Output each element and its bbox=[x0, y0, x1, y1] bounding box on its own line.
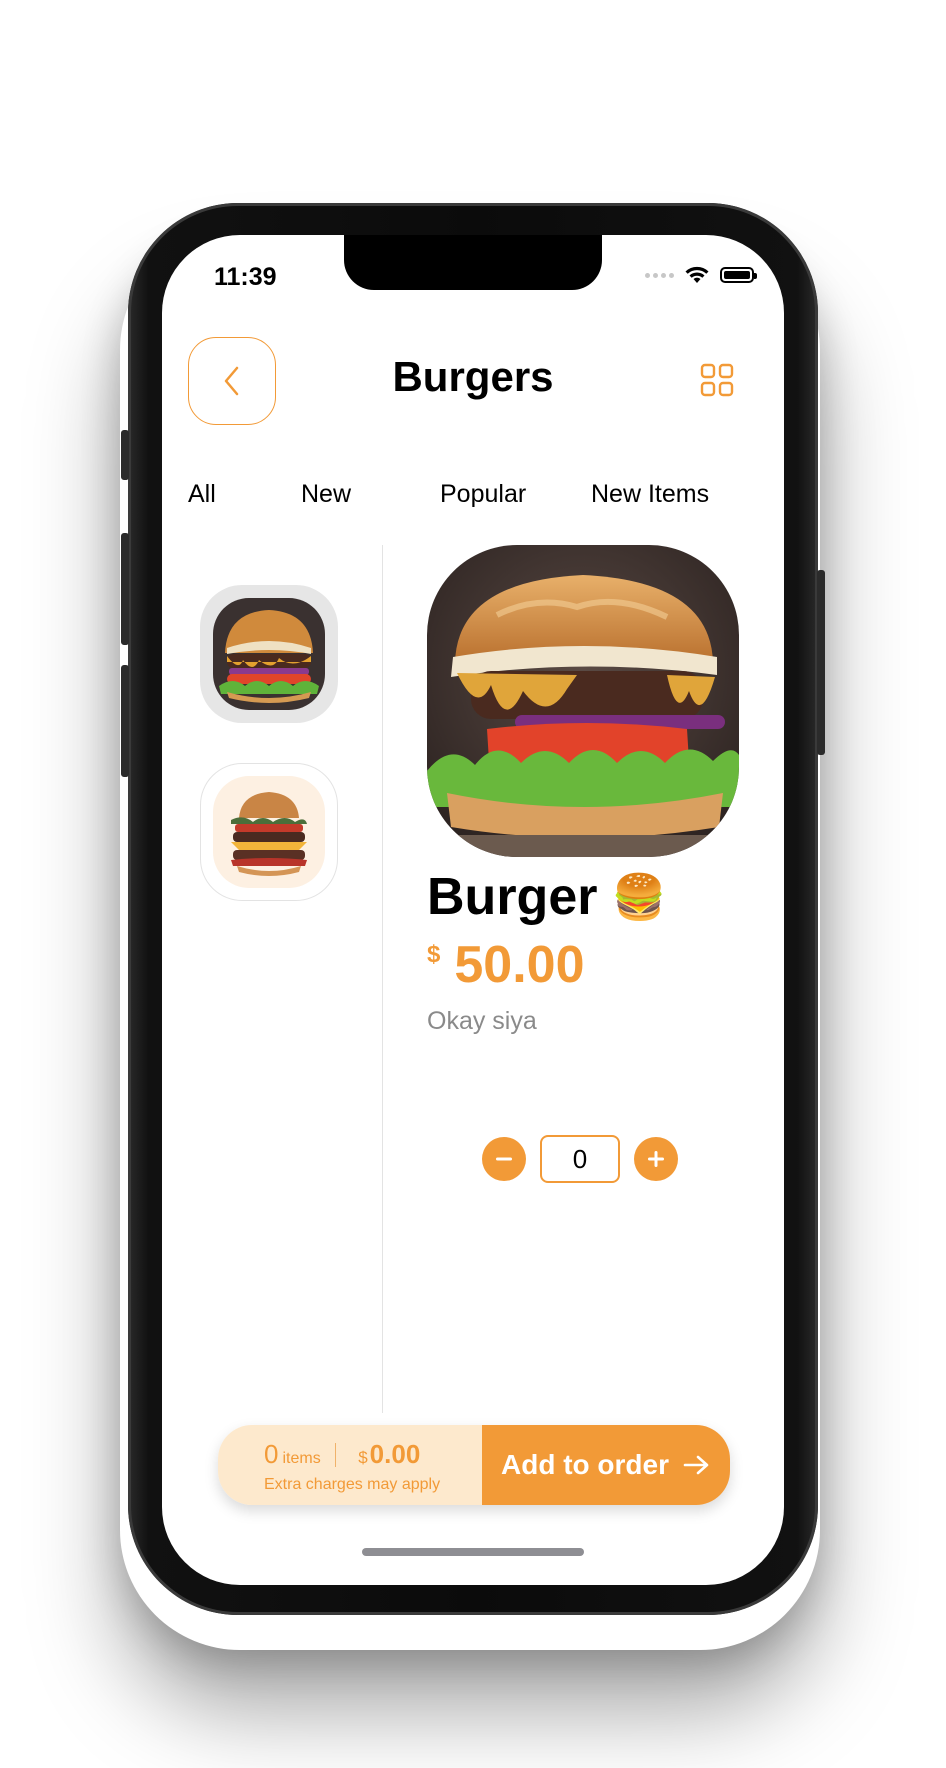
minus-icon bbox=[496, 1157, 512, 1161]
item-emoji: 🍔 bbox=[611, 873, 667, 922]
thumbnail-burger-1[interactable] bbox=[200, 585, 338, 723]
order-bar: 0 items $ 0.00 Extra charges may apply A… bbox=[218, 1425, 730, 1505]
item-count-label: items bbox=[282, 1450, 321, 1467]
stage: 11:39 Burgers All New Popular New Items … bbox=[0, 0, 946, 1768]
summary-separator bbox=[334, 1442, 337, 1467]
quantity-stepper: 0 bbox=[482, 1135, 678, 1183]
app-screen: 11:39 Burgers All New Popular New Items … bbox=[162, 235, 784, 1585]
item-description: Okay siya bbox=[427, 1007, 537, 1035]
battery-icon bbox=[720, 267, 757, 283]
arrow-right-icon bbox=[683, 1455, 709, 1475]
increase-quantity-button[interactable] bbox=[634, 1137, 678, 1181]
item-price: $ 50.00 bbox=[427, 935, 585, 995]
grid-view-button[interactable] bbox=[700, 363, 734, 397]
notch bbox=[344, 235, 602, 290]
quantity-field[interactable]: 0 bbox=[540, 1135, 620, 1183]
thumbnail-burger-2[interactable] bbox=[200, 763, 338, 901]
page-title: Burgers bbox=[392, 353, 554, 400]
home-indicator[interactable] bbox=[362, 1548, 584, 1556]
tab-popular[interactable]: Popular bbox=[440, 480, 526, 509]
extra-charges-note: Extra charges may apply bbox=[264, 1476, 441, 1493]
add-to-order-button[interactable]: Add to order bbox=[482, 1425, 730, 1505]
order-summary: 0 items $ 0.00 Extra charges may apply bbox=[218, 1425, 482, 1505]
price-value: 50.00 bbox=[454, 936, 585, 994]
burger-thumbnail-image bbox=[213, 776, 325, 888]
burger-thumbnail-image bbox=[213, 598, 325, 710]
volume-up-button bbox=[121, 533, 129, 645]
item-name: Burger 🍔 bbox=[427, 867, 666, 927]
signal-icon bbox=[645, 272, 674, 278]
tab-new[interactable]: New bbox=[301, 480, 351, 509]
power-button bbox=[817, 570, 825, 755]
add-to-order-label: Add to order bbox=[501, 1449, 669, 1480]
order-summary-line: 0 items $ 0.00 bbox=[264, 1439, 420, 1470]
price-currency: $ bbox=[427, 941, 441, 968]
status-icons bbox=[645, 265, 757, 285]
order-total: 0.00 bbox=[369, 1439, 421, 1469]
tab-all[interactable]: All bbox=[188, 480, 216, 509]
item-count: 0 bbox=[264, 1439, 279, 1469]
decrease-quantity-button[interactable] bbox=[482, 1137, 526, 1181]
plus-icon bbox=[648, 1151, 664, 1167]
column-divider bbox=[382, 545, 383, 1413]
burger-hero-image bbox=[427, 545, 739, 857]
tab-new-items[interactable]: New Items bbox=[591, 480, 709, 509]
status-time: 11:39 bbox=[214, 263, 277, 291]
mute-switch bbox=[121, 430, 129, 480]
category-tabs: All New Popular New Items bbox=[188, 480, 758, 520]
wifi-icon bbox=[685, 266, 709, 283]
item-name-text: Burger bbox=[427, 868, 598, 926]
total-currency: $ bbox=[358, 1448, 368, 1467]
volume-down-button bbox=[121, 665, 129, 777]
grid-icon bbox=[700, 363, 734, 397]
